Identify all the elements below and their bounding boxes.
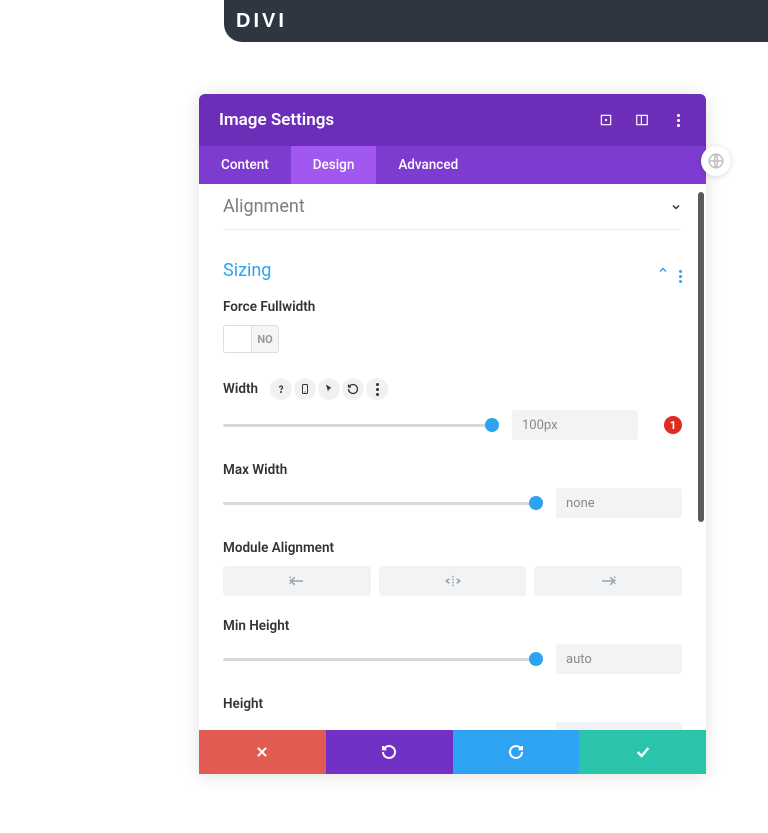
annotation-badge: 1 [664,416,682,434]
width-value[interactable]: 100px [512,410,638,440]
height-slider[interactable] [223,729,542,730]
min-height-value[interactable]: auto [556,644,682,674]
tab-content[interactable]: Content [199,146,291,184]
force-fullwidth-label: Force Fullwidth [223,299,682,315]
header-more-button[interactable] [670,112,686,128]
hover-button[interactable] [318,378,340,400]
section-sizing-title: Sizing [223,260,271,281]
action-bar [199,730,706,774]
slider-track [223,658,542,661]
slider-track [223,424,498,427]
redo-button[interactable] [453,730,580,774]
panel-title: Image Settings [219,110,334,130]
field-more-button[interactable] [366,378,388,400]
slider-thumb[interactable] [529,652,543,666]
more-v-icon [366,378,388,400]
align-center-icon [444,574,462,588]
settings-panel: Image Settings Content Design Advanced A… [199,94,706,774]
sidebar-toggle-button[interactable] [634,112,650,128]
panel-header: Image Settings [199,94,706,146]
cancel-button[interactable] [199,730,326,774]
max-width-value[interactable]: none [556,488,682,518]
field-width: Width [223,378,682,440]
module-alignment-label: Module Alignment [223,540,682,556]
square-expand-icon [599,113,613,127]
field-max-width: Max Width none [223,462,682,518]
width-slider[interactable] [223,417,498,433]
undo-button[interactable] [326,730,453,774]
section-alignment[interactable]: Alignment [223,184,682,230]
slider-track [223,502,542,505]
section-alignment-title: Alignment [223,196,305,217]
undo-icon [381,744,397,760]
section-sizing-header[interactable]: Sizing [223,230,682,299]
force-fullwidth-toggle[interactable]: NO [223,325,279,353]
globe-button[interactable] [701,146,731,176]
field-module-alignment: Module Alignment [223,540,682,596]
field-height: Height auto [223,696,682,730]
help-button[interactable] [270,378,292,400]
align-right-icon [599,574,617,588]
more-v-icon [679,270,682,283]
slider-thumb[interactable] [485,418,499,432]
responsive-button[interactable] [294,378,316,400]
close-icon [255,745,269,759]
globe-icon [707,152,725,170]
brand-logo: DIVI [236,10,287,33]
align-center-button[interactable] [379,566,527,596]
check-icon [635,744,651,760]
min-height-label: Min Height [223,618,682,634]
sidebar-toggle-icon [635,113,649,127]
more-v-icon [670,112,686,128]
reset-icon [347,383,359,395]
help-icon [275,383,287,395]
panel-tabs: Content Design Advanced [199,146,706,184]
max-width-slider[interactable] [223,495,542,511]
expand-button[interactable] [598,112,614,128]
align-left-icon [288,574,306,588]
section-more-button[interactable] [679,258,682,283]
tab-advanced[interactable]: Advanced [376,146,480,184]
align-right-button[interactable] [534,566,682,596]
slider-thumb[interactable] [529,496,543,510]
width-label: Width [223,381,258,397]
mobile-icon [299,383,311,395]
app-topbar: DIVI [224,0,768,42]
height-value[interactable]: auto [556,722,682,730]
toggle-knob [224,326,252,352]
reset-button[interactable] [342,378,364,400]
field-force-fullwidth: Force Fullwidth NO [223,299,682,356]
toggle-state: NO [252,333,278,346]
field-min-height: Min Height auto [223,618,682,674]
save-button[interactable] [579,730,706,774]
panel-body: Alignment Sizing Force Fullwidth NO [199,184,706,730]
cursor-icon [323,383,335,395]
tab-design[interactable]: Design [291,146,377,184]
chevron-up-icon [657,261,669,280]
chevron-down-icon [670,201,682,213]
height-label: Height [223,696,682,712]
redo-icon [508,744,524,760]
align-left-button[interactable] [223,566,371,596]
max-width-label: Max Width [223,462,682,478]
min-height-slider[interactable] [223,651,542,667]
scrollbar-thumb[interactable] [698,192,704,522]
